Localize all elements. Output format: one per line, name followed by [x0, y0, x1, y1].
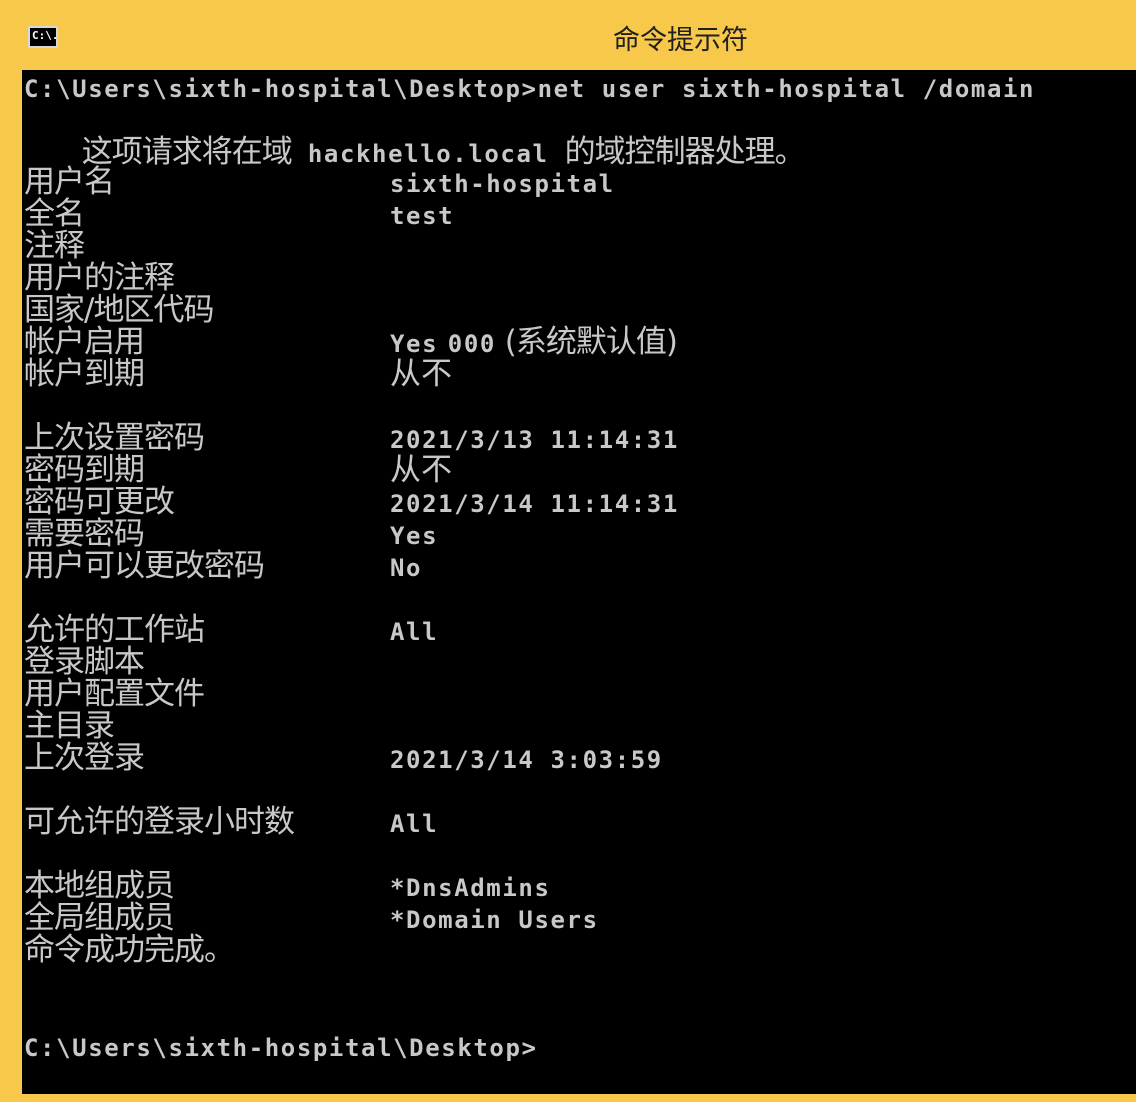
prompt-line[interactable]: C:\Users\sixth-hospital\Desktop>: [24, 1033, 538, 1063]
password-required-label: 需要密码: [24, 516, 145, 552]
logon-script-label: 登录脚本: [24, 644, 145, 680]
local-groups-label: 本地组成员: [24, 868, 175, 904]
workstations-label: 允许的工作站: [24, 612, 205, 648]
password-changeable-value: 2021/3/14 11:14:31: [390, 490, 679, 518]
account-expires-value: 从不: [390, 356, 452, 392]
user-may-change-value: No: [390, 554, 423, 582]
account-active-label: 帐户启用: [24, 324, 145, 360]
domain-notice-suffix: 的域控制器处理。: [564, 134, 806, 170]
country-code-value: 000: [447, 330, 496, 358]
console-output[interactable]: C:\Users\sixth-hospital\Desktop>net user…: [22, 70, 1136, 1094]
account-expires-label: 帐户到期: [24, 356, 145, 392]
workstations-value: All: [390, 618, 439, 646]
global-groups-label: 全局组成员: [24, 900, 175, 936]
password-expires-label: 密码到期: [24, 452, 145, 488]
user-name-label: 用户名: [24, 164, 115, 200]
password-changeable-label: 密码可更改: [24, 484, 175, 520]
country-code-note: (系统默认值): [495, 324, 678, 360]
account-active-value: Yes: [390, 330, 439, 358]
logon-hours-value: All: [390, 810, 439, 838]
home-dir-label: 主目录: [24, 708, 115, 744]
success-message: 命令成功完成。: [24, 932, 235, 968]
profile-label: 用户配置文件: [24, 676, 205, 712]
domain-notice-domain: hackhello.local: [291, 140, 565, 168]
local-groups-value: *DnsAdmins: [390, 874, 551, 902]
global-groups-value: *Domain Users: [390, 906, 599, 934]
title-bar[interactable]: C:\. 命令提示符: [0, 0, 1136, 70]
command-line: C:\Users\sixth-hospital\Desktop>net user…: [24, 75, 1036, 103]
country-code-label: 国家/地区代码: [24, 292, 214, 328]
password-last-set-label: 上次设置密码: [24, 420, 205, 456]
logon-hours-label: 可允许的登录小时数: [24, 804, 295, 840]
window-title: 命令提示符: [613, 25, 748, 56]
user-comment-label: 用户的注释: [24, 260, 175, 296]
password-expires-value: 从不: [390, 452, 452, 488]
password-required-value: Yes: [390, 522, 439, 550]
last-logon-value: 2021/3/14 3:03:59: [390, 746, 663, 774]
last-logon-label: 上次登录: [24, 740, 145, 776]
full-name-value: test: [390, 202, 455, 230]
user-may-change-label: 用户可以更改密码: [24, 548, 265, 584]
comment-label: 注释: [24, 228, 85, 264]
full-name-label: 全名: [24, 196, 85, 232]
password-last-set-value: 2021/3/13 11:14:31: [390, 426, 679, 454]
user-name-value: sixth-hospital: [390, 170, 615, 198]
command-prompt-window: C:\. 命令提示符 C:\Users\sixth-hospital\Deskt…: [0, 0, 1136, 1102]
